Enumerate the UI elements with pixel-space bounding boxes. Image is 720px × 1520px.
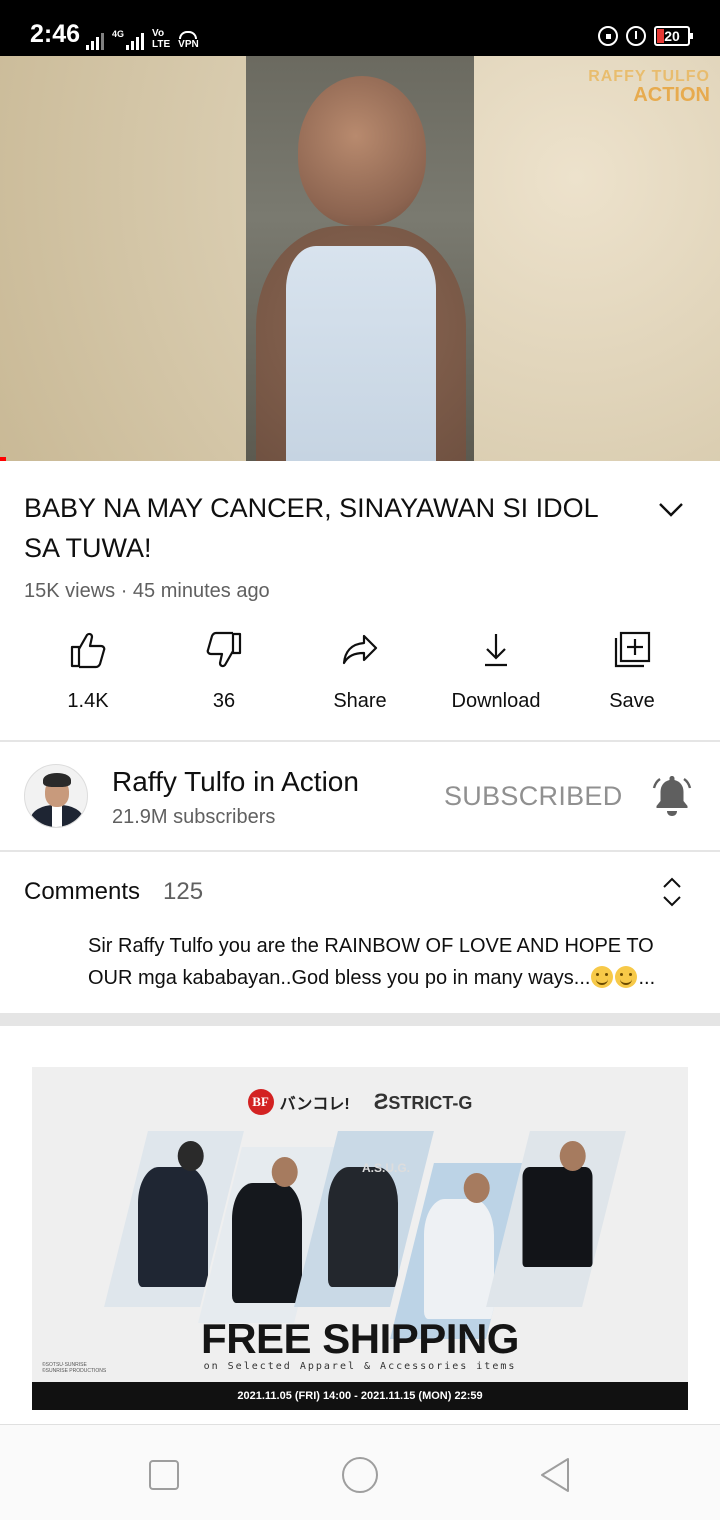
- divider-channel: [0, 850, 720, 852]
- ad-brand-strict-g: ƧSTRICT-G: [373, 1089, 473, 1114]
- channel-watermark: RAFFY TULFO ACTION: [588, 68, 710, 106]
- top-comment-text: Sir Raffy Tulfo you are the RAINBOW OF L…: [88, 935, 654, 989]
- battery-icon: 20: [654, 26, 693, 46]
- ad-subline: on Selected Apparel & Accessories items: [203, 1361, 517, 1372]
- system-nav-bar: [0, 1424, 720, 1520]
- volte-icon: Vo LTE: [152, 28, 170, 50]
- status-right-icons: 20: [598, 26, 693, 46]
- expand-comments-icon[interactable]: [660, 876, 684, 908]
- share-icon: [342, 634, 378, 665]
- back-triangle-icon[interactable]: [536, 1455, 576, 1495]
- ad-brand1-label: バンコレ!: [279, 1096, 350, 1113]
- video-title[interactable]: BABY NA MAY CANCER, SINAYAWAN SI IDOL SA…: [24, 488, 624, 568]
- subscribed-button[interactable]: SUBSCRIBED: [444, 781, 623, 812]
- share-label: Share: [333, 690, 387, 712]
- bf-logo-icon: BF: [247, 1089, 274, 1115]
- divider-actions: [0, 740, 720, 742]
- video-player[interactable]: RAFFY TULFO ACTION: [0, 56, 720, 461]
- video-subject-head: [298, 76, 426, 226]
- apparel-panel-tshirt: [486, 1131, 626, 1307]
- action-row: 1.4K 36 Share Download Save: [0, 630, 720, 730]
- channel-name[interactable]: Raffy Tulfo in Action: [112, 766, 359, 798]
- ad-apparel-panels: A.S.U.G.: [104, 1131, 626, 1339]
- notification-bell-icon[interactable]: [651, 774, 693, 818]
- thumbs-up-icon: [70, 632, 106, 669]
- comments-count: 125: [163, 878, 204, 905]
- channel-subscriber-count: 21.9M subscribers: [112, 806, 276, 828]
- save-label: Save: [609, 690, 655, 712]
- status-bar: 2:46 4G Vo LTE VPN 20: [0, 0, 720, 56]
- top-comment[interactable]: Sir Raffy Tulfo you are the RAINBOW OF L…: [88, 930, 692, 994]
- thumbs-down-icon: [206, 631, 242, 668]
- dislike-button[interactable]: 36: [156, 630, 292, 713]
- video-subject-shirt: [286, 246, 436, 461]
- status-left-icons: 4G Vo LTE VPN: [86, 24, 199, 50]
- status-time: 2:46: [30, 20, 81, 48]
- smiling-face-emoji-icon: [591, 966, 614, 988]
- ad-jacket-print: A.S.U.G.: [362, 1161, 411, 1175]
- like-count: 1.4K: [67, 690, 109, 712]
- ad-brand2-label: STRICT-G: [388, 1093, 473, 1113]
- ad-headline: FREE SHIPPING: [201, 1315, 519, 1362]
- signal-icon: [86, 30, 104, 50]
- download-label: Download: [451, 690, 541, 712]
- ad-brand-bandai: BF バンコレ!: [247, 1089, 350, 1115]
- share-button[interactable]: Share: [292, 630, 428, 713]
- comments-heading[interactable]: Comments: [24, 878, 140, 906]
- volte-top-label: Vo: [152, 28, 165, 39]
- network-type-label: 4G: [112, 29, 125, 39]
- ad-logos: BF バンコレ! ƧSTRICT-G: [32, 1089, 688, 1115]
- channel-avatar[interactable]: [24, 764, 88, 828]
- home-circle-icon[interactable]: [340, 1455, 380, 1495]
- download-icon: [485, 634, 507, 667]
- recents-square-icon[interactable]: [144, 1455, 184, 1495]
- video-meta: 15K views · 45 minutes ago: [24, 580, 270, 602]
- volte-bottom-label: LTE: [152, 39, 171, 50]
- video-progress-bar[interactable]: [0, 457, 6, 461]
- download-button[interactable]: Download: [428, 630, 564, 713]
- chevron-down-icon[interactable]: [656, 494, 686, 524]
- dislike-count: 36: [212, 690, 236, 712]
- hugging-face-emoji-icon: [615, 966, 638, 988]
- save-playlist-icon: [614, 631, 651, 668]
- comment-ellipsis: ...: [638, 967, 656, 989]
- signal-4g-icon: 4G: [112, 29, 145, 50]
- lock-rotation-icon: [598, 26, 618, 46]
- vpn-icon: VPN: [178, 31, 199, 50]
- watermark-line2: ACTION: [633, 84, 710, 106]
- alarm-icon: [626, 26, 646, 46]
- ad-banner[interactable]: BF バンコレ! ƧSTRICT-G A.S.U.G. ©SOTSU·SUNRI…: [32, 1067, 688, 1410]
- section-separator: [0, 1013, 720, 1026]
- ad-date-range: 2021.11.05 (FRI) 14:00 - 2021.11.15 (MON…: [32, 1382, 688, 1410]
- like-button[interactable]: 1.4K: [20, 630, 156, 713]
- video-frame: [246, 56, 474, 461]
- save-button[interactable]: Save: [564, 630, 700, 713]
- battery-level: 20: [664, 28, 680, 44]
- vpn-label: VPN: [178, 39, 199, 50]
